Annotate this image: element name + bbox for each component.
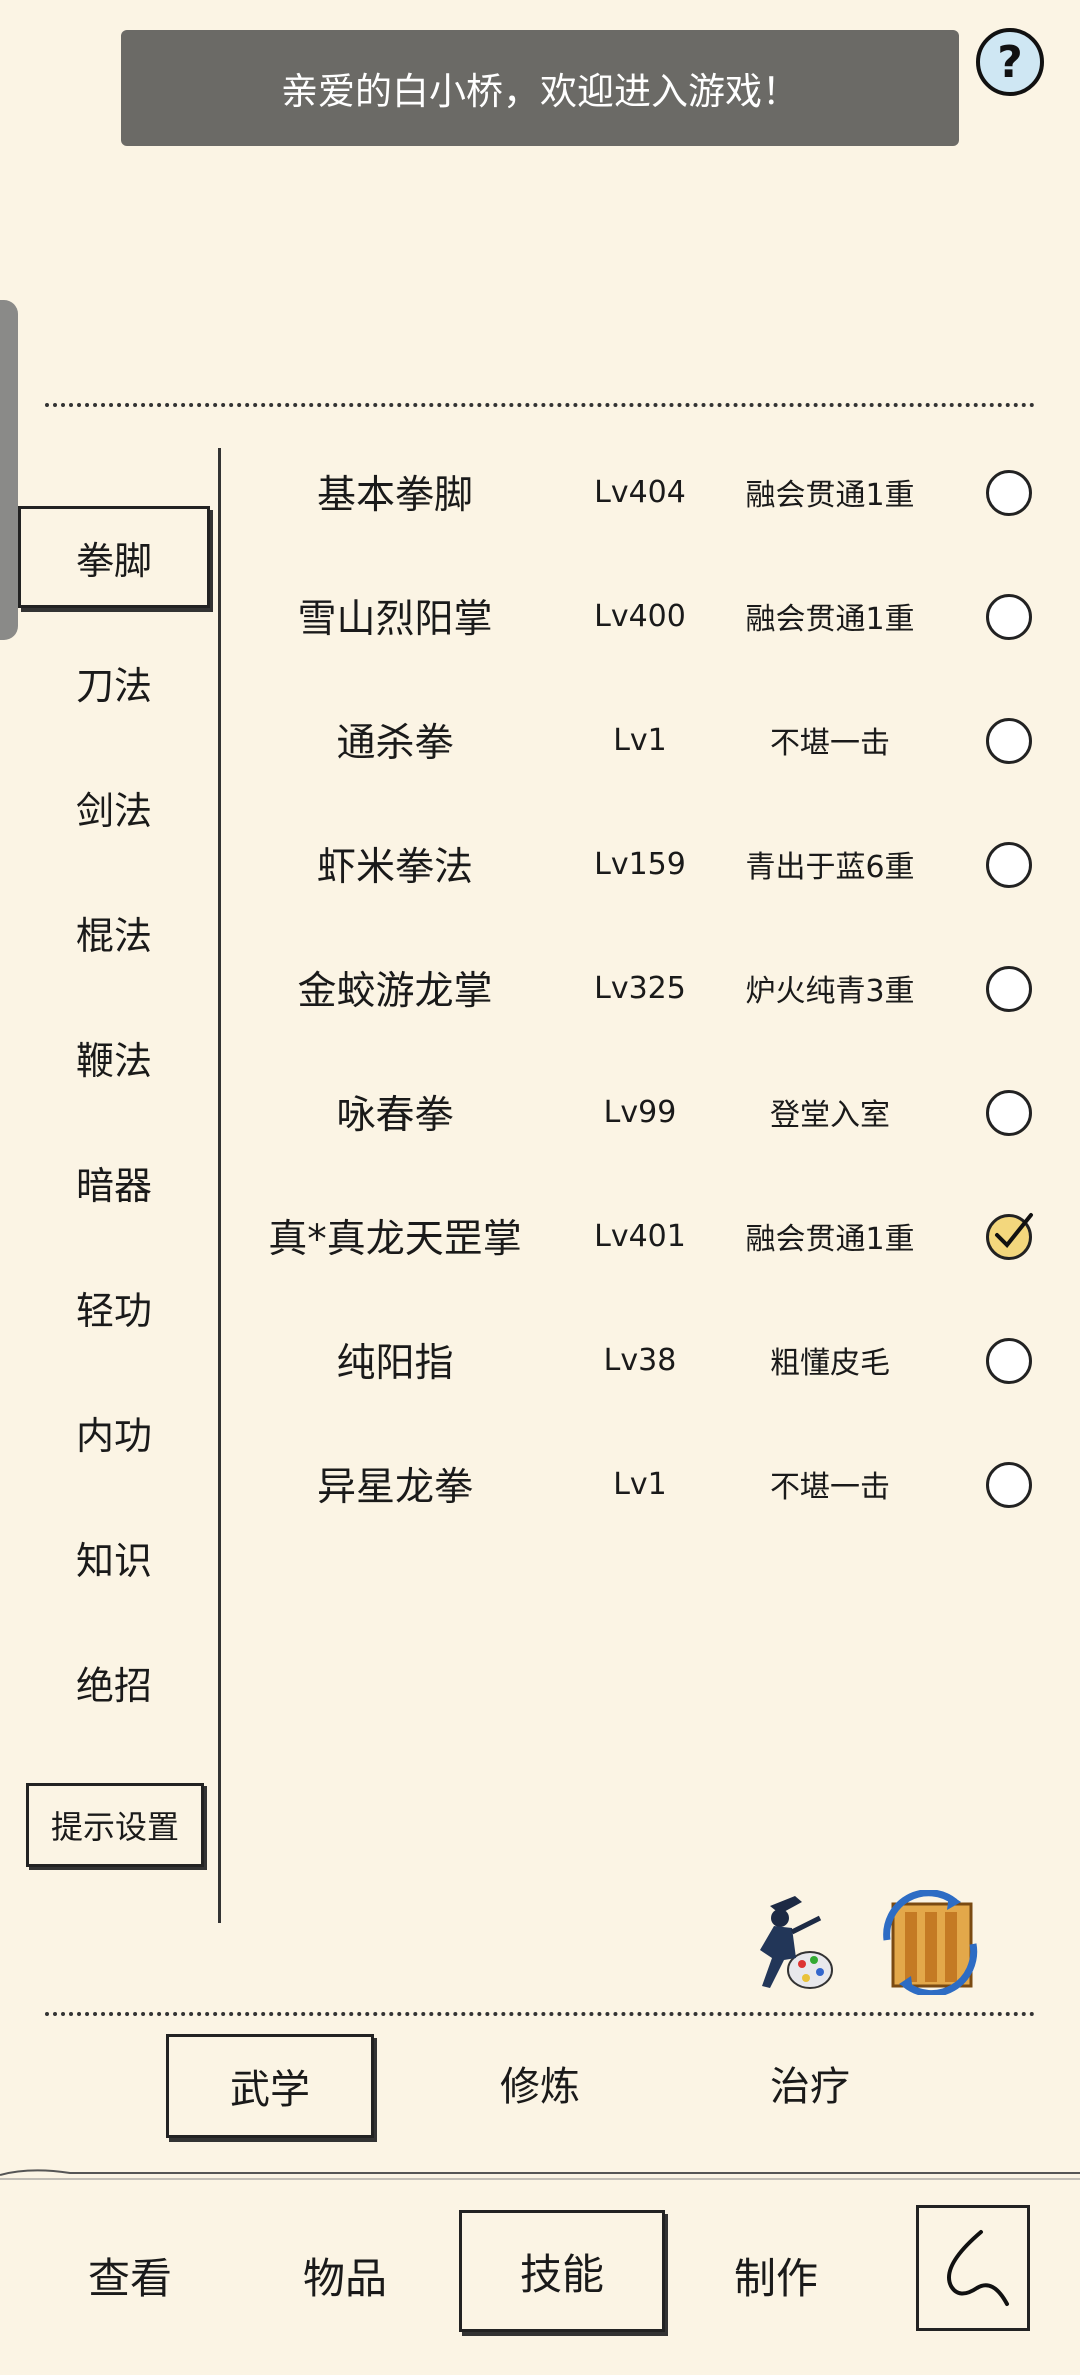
category-label: 轻功 [75, 1288, 152, 1333]
skill-stage: 融会贯通1重 [745, 602, 915, 637]
skill-stage: 炉火纯青3重 [745, 974, 915, 1009]
skill-row[interactable]: 通杀拳 Lv1 不堪一击 [230, 678, 1050, 802]
subtab-xiulian[interactable]: 修炼 [440, 2034, 640, 2132]
skill-row[interactable]: 雪山烈阳掌 Lv400 融会贯通1重 [230, 554, 1050, 678]
equip-radio[interactable] [986, 718, 1032, 764]
checkmark-icon [995, 1213, 1033, 1248]
skill-name: 真*真龙天罡掌 [268, 1217, 522, 1262]
skill-level: Lv401 [594, 1218, 686, 1254]
nav-view[interactable]: 查看 [40, 2215, 220, 2335]
category-label: 内功 [75, 1413, 152, 1458]
category-gunfa[interactable]: 棍法 [24, 890, 204, 974]
welcome-banner: 亲爱的白小桥，欢迎进入游戏！ [121, 30, 959, 146]
skill-stage: 融会贯通1重 [745, 1222, 915, 1257]
nav-label: 技能 [519, 2249, 604, 2299]
equip-radio-checked[interactable] [986, 1213, 1033, 1260]
skill-name: 通杀拳 [336, 721, 454, 766]
skill-row[interactable]: 基本拳脚 Lv404 融会贯通1重 [230, 430, 1050, 554]
category-anqi[interactable]: 暗器 [24, 1140, 204, 1224]
equip-radio[interactable] [986, 594, 1032, 640]
category-label: 知识 [75, 1538, 152, 1583]
subtab-label: 治疗 [770, 2064, 850, 2110]
side-drawer-handle[interactable] [0, 300, 18, 640]
nav-skills[interactable]: 技能 [459, 2210, 665, 2332]
equip-radio[interactable] [986, 1462, 1032, 1508]
brush-divider [0, 2169, 1080, 2180]
category-label: 鞭法 [75, 1038, 152, 1083]
subtab-label: 修炼 [500, 2064, 580, 2110]
skill-level: Lv325 [594, 970, 686, 1006]
skill-stage: 粗懂皮毛 [770, 1346, 890, 1381]
subtab-label: 武学 [230, 2067, 310, 2113]
skill-level: Lv1 [613, 722, 667, 758]
category-jianfa[interactable]: 剑法 [24, 765, 204, 849]
category-qinggong[interactable]: 轻功 [24, 1265, 204, 1349]
bottom-divider [45, 2012, 1035, 2016]
question-icon: ? [997, 36, 1023, 88]
category-juezhao[interactable]: 绝招 [24, 1640, 204, 1724]
ninja-palette-icon[interactable] [740, 1888, 840, 1998]
skill-row[interactable]: 异星龙拳 Lv1 不堪一击 [230, 1422, 1050, 1546]
skill-stage: 融会贯通1重 [745, 478, 915, 513]
category-label: 绝招 [75, 1663, 152, 1708]
equip-radio[interactable] [986, 842, 1032, 888]
skill-stage: 登堂入室 [770, 1098, 890, 1133]
equip-radio[interactable] [986, 966, 1032, 1012]
category-label: 棍法 [75, 913, 152, 958]
tips-settings-button[interactable]: 提示设置 [26, 1783, 204, 1867]
subtab-wuxue[interactable]: 武学 [166, 2034, 374, 2138]
equip-radio[interactable] [986, 1090, 1032, 1136]
back-arrow-icon [947, 2230, 1009, 2306]
nav-items[interactable]: 物品 [255, 2215, 435, 2335]
category-zhishi[interactable]: 知识 [24, 1515, 204, 1599]
nav-craft[interactable]: 制作 [686, 2215, 866, 2335]
skill-level: Lv404 [594, 474, 686, 510]
skill-level: Lv1 [613, 1466, 667, 1502]
skill-row[interactable]: 虾米拳法 Lv159 青出于蓝6重 [230, 802, 1050, 926]
category-label: 刀法 [75, 663, 152, 708]
welcome-message: 亲爱的白小桥，欢迎进入游戏！ [281, 70, 799, 113]
skill-level: Lv400 [594, 598, 686, 634]
tips-settings-label: 提示设置 [50, 1808, 179, 1846]
skill-name: 咏春拳 [336, 1093, 454, 1138]
nav-label: 查看 [87, 2253, 172, 2303]
category-label: 拳脚 [75, 538, 152, 583]
equip-radio[interactable] [986, 470, 1032, 516]
category-label: 剑法 [75, 788, 152, 833]
skill-stage: 不堪一击 [770, 726, 890, 761]
category-quanjiao[interactable]: 拳脚 [18, 506, 210, 608]
skill-name: 纯阳指 [336, 1341, 454, 1386]
book-refresh-icon[interactable] [875, 1890, 985, 1995]
help-button[interactable]: ? [976, 28, 1044, 96]
back-button[interactable] [916, 2205, 1030, 2331]
skill-row[interactable]: 金蛟游龙掌 Lv325 炉火纯青3重 [230, 926, 1050, 1050]
top-divider [45, 403, 1035, 407]
category-bianfa[interactable]: 鞭法 [24, 1015, 204, 1099]
skill-level: Lv159 [594, 846, 686, 882]
skill-name: 基本拳脚 [316, 473, 473, 518]
skill-name: 金蛟游龙掌 [297, 969, 493, 1014]
skill-row[interactable]: 咏春拳 Lv99 登堂入室 [230, 1050, 1050, 1174]
skill-stage: 不堪一击 [770, 1470, 890, 1505]
nav-label: 物品 [302, 2253, 387, 2303]
skill-name: 虾米拳法 [316, 845, 473, 890]
sidebar-divider [218, 448, 221, 1923]
category-daofa[interactable]: 刀法 [24, 640, 204, 724]
skill-row[interactable]: 纯阳指 Lv38 粗懂皮毛 [230, 1298, 1050, 1422]
skill-name: 雪山烈阳掌 [297, 597, 493, 642]
subtab-zhiliao[interactable]: 治疗 [710, 2034, 910, 2132]
category-neigong[interactable]: 内功 [24, 1390, 204, 1474]
skill-row[interactable]: 真*真龙天罡掌 Lv401 融会贯通1重 [230, 1174, 1050, 1298]
category-label: 暗器 [75, 1163, 152, 1208]
skill-stage: 青出于蓝6重 [745, 850, 915, 885]
skill-level: Lv99 [603, 1094, 677, 1130]
nav-label: 制作 [733, 2253, 818, 2303]
skill-level: Lv38 [603, 1342, 677, 1378]
equip-radio[interactable] [986, 1338, 1032, 1384]
skill-name: 异星龙拳 [316, 1465, 473, 1510]
